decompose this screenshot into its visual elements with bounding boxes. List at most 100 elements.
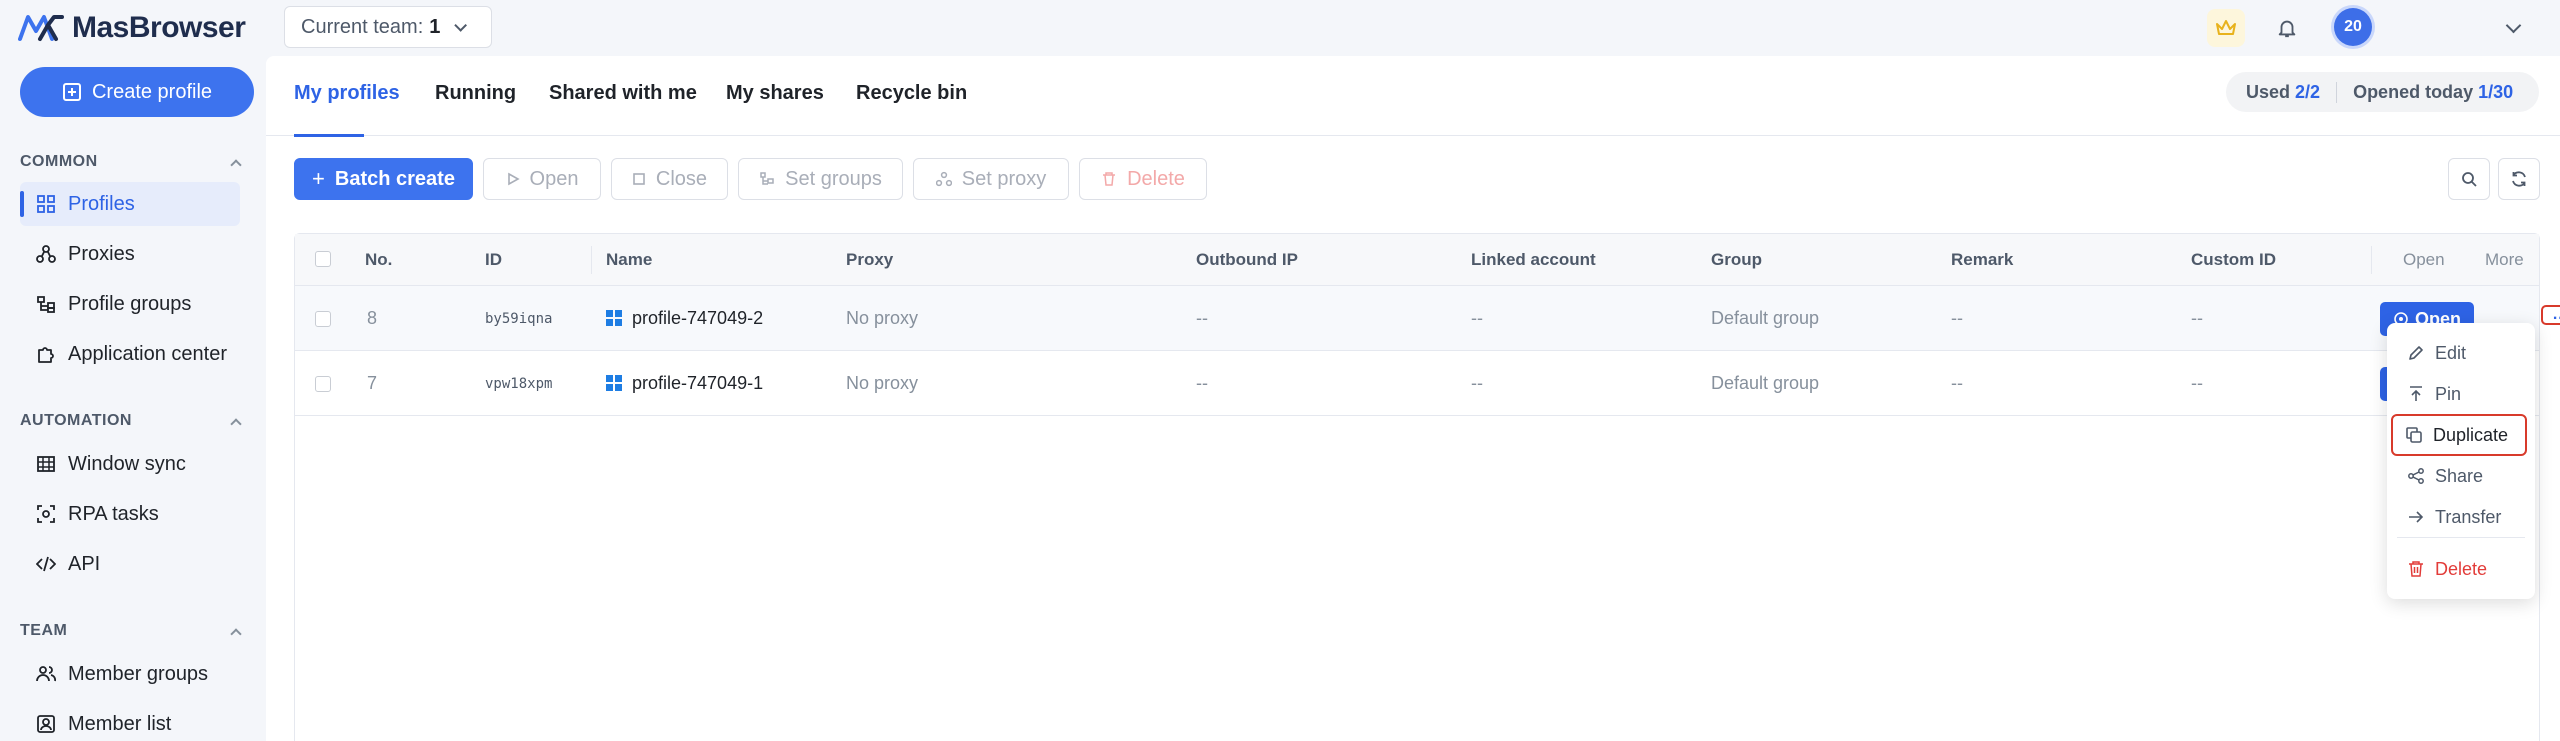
- section-title: COMMON: [20, 153, 98, 170]
- team-select-label: Current team:: [301, 15, 424, 38]
- close-label: Close: [655, 167, 708, 190]
- menu-item-transfer[interactable]: Transfer: [2393, 499, 2529, 535]
- search-button[interactable]: [2448, 158, 2490, 200]
- menu-item-duplicate[interactable]: Duplicate: [2391, 414, 2527, 456]
- sidebar-item-api[interactable]: API: [20, 542, 240, 586]
- sidebar-item-label: Application center: [68, 342, 227, 365]
- sidebar-item-profiles[interactable]: Profiles: [20, 182, 240, 226]
- sidebar-item-label: Window sync: [68, 452, 186, 475]
- sidebar-item-member-groups[interactable]: Member groups: [20, 652, 240, 696]
- set-proxy-button[interactable]: Set proxy: [913, 158, 1069, 200]
- logo[interactable]: MasBrowser: [18, 8, 246, 48]
- stop-icon: [633, 173, 645, 185]
- column-header-name: Name: [606, 250, 653, 269]
- menu-item-delete[interactable]: Delete: [2393, 551, 2529, 587]
- vip-icon-button[interactable]: [2207, 9, 2245, 47]
- set-groups-label: Set groups: [785, 167, 882, 190]
- usage-summary: Used 2/2 Opened today 1/30: [2226, 72, 2539, 112]
- column-header-more: More: [2485, 250, 2524, 269]
- column-header-group: Group: [1711, 250, 1762, 269]
- delete-button[interactable]: Delete: [1079, 158, 1207, 200]
- tab-my-profiles[interactable]: My profiles: [294, 82, 400, 105]
- notification-button[interactable]: [2268, 9, 2306, 47]
- table-row[interactable]: 8 by59iqna profile-747049-2 No proxy -- …: [295, 286, 2560, 351]
- sidebar-item-label: Profiles: [68, 192, 135, 215]
- chevron-down-icon[interactable]: [2505, 17, 2522, 34]
- menu-item-label: Duplicate: [2433, 424, 2509, 445]
- profile-name: profile-747049-2: [632, 308, 764, 328]
- tab-recycle-bin[interactable]: Recycle bin: [856, 82, 967, 105]
- section-title: AUTOMATION: [20, 412, 132, 429]
- select-all-checkbox[interactable]: [315, 251, 331, 267]
- profile-name-cell[interactable]: profile-747049-2: [606, 308, 763, 329]
- table-row[interactable]: 7 vpw18xpm profile-747049-1 No proxy -- …: [295, 351, 2539, 416]
- tab-bar: My profiles Running Shared with me My sh…: [266, 56, 2560, 137]
- users-icon: [36, 666, 56, 682]
- active-tab-indicator: [294, 134, 364, 137]
- delete-label: Delete: [1127, 167, 1185, 190]
- share-icon: [2408, 468, 2424, 484]
- row-number: 7: [367, 373, 378, 393]
- group-value: Default group: [1711, 308, 1820, 328]
- main-panel: My profiles Running Shared with me My sh…: [266, 56, 2560, 741]
- play-icon: [507, 172, 520, 186]
- batch-create-button[interactable]: + Batch create: [294, 158, 473, 200]
- sidebar-item-rpa-tasks[interactable]: RPA tasks: [20, 492, 240, 536]
- linked-account-value: --: [1471, 373, 1483, 393]
- tab-running[interactable]: Running: [435, 82, 516, 105]
- column-header-linked-account: Linked account: [1471, 250, 1596, 269]
- section-automation[interactable]: AUTOMATION: [20, 412, 242, 430]
- remark-value: --: [1951, 308, 1963, 328]
- copy-icon: [2406, 427, 2422, 443]
- menu-item-pin[interactable]: Pin: [2393, 376, 2529, 412]
- sidebar-item-proxies[interactable]: Proxies: [20, 232, 240, 276]
- outbound-ip-value: --: [1196, 373, 1208, 393]
- column-header-proxy: Proxy: [846, 250, 894, 269]
- tab-my-shares[interactable]: My shares: [726, 82, 824, 105]
- sidebar-item-label: RPA tasks: [68, 502, 159, 525]
- sidebar-item-label: Member groups: [68, 662, 209, 685]
- sidebar-item-application-center[interactable]: Application center: [20, 332, 240, 376]
- create-profile-button[interactable]: Create profile: [20, 67, 254, 117]
- avatar[interactable]: 20: [2334, 8, 2372, 46]
- usage-opened-today: Opened today 1/30: [2353, 81, 2514, 102]
- profiles-table: No. ID Name Proxy Outbound IP Linked acc…: [294, 233, 2560, 741]
- usage-used: Used 2/2: [2226, 81, 2338, 103]
- windows-icon: [606, 375, 622, 391]
- custom-id-value: --: [2191, 308, 2203, 328]
- custom-id-value: --: [2191, 373, 2203, 393]
- tab-shared-with-me[interactable]: Shared with me: [549, 82, 697, 105]
- sidebar-item-profile-groups[interactable]: Profile groups: [20, 282, 240, 326]
- team-select[interactable]: Current team: 1: [284, 6, 492, 48]
- open-button[interactable]: Open: [483, 158, 601, 200]
- sidebar-item-member-list[interactable]: Member list: [20, 702, 240, 741]
- set-groups-button[interactable]: Set groups: [738, 158, 903, 200]
- sidebar: Create profile COMMON Profiles Proxies P…: [0, 56, 256, 741]
- refresh-button[interactable]: [2498, 158, 2540, 200]
- bell-icon: [2278, 20, 2296, 38]
- section-team[interactable]: TEAM: [20, 622, 242, 640]
- group-value: Default group: [1711, 373, 1820, 393]
- sidebar-item-label: Profile groups: [68, 292, 192, 315]
- menu-item-edit[interactable]: Edit: [2393, 335, 2529, 371]
- column-divider: [2371, 246, 2372, 274]
- proxy-value: No proxy: [846, 373, 919, 393]
- column-header-id: ID: [485, 250, 502, 269]
- column-header-custom-id: Custom ID: [2191, 250, 2276, 269]
- more-actions-button[interactable]: ...: [2541, 305, 2560, 325]
- pencil-icon: [2409, 346, 2423, 360]
- menu-item-share[interactable]: Share: [2393, 458, 2529, 494]
- plus-square-icon: [62, 83, 81, 101]
- row-checkbox[interactable]: [315, 311, 331, 327]
- row-checkbox[interactable]: [315, 376, 331, 392]
- sidebar-item-window-sync[interactable]: Window sync: [20, 442, 240, 486]
- profile-name-cell[interactable]: profile-747049-1: [606, 373, 763, 394]
- more-actions-menu: Edit Pin Duplicate Share Transfer Delete: [2387, 323, 2535, 599]
- section-common[interactable]: COMMON: [20, 153, 242, 171]
- trash-icon: [1103, 172, 1116, 186]
- profile-id: vpw18xpm: [485, 376, 553, 392]
- pin-top-icon: [2410, 386, 2422, 401]
- network-icon: [36, 245, 56, 263]
- close-button[interactable]: Close: [611, 158, 728, 200]
- refresh-icon: [2512, 171, 2526, 187]
